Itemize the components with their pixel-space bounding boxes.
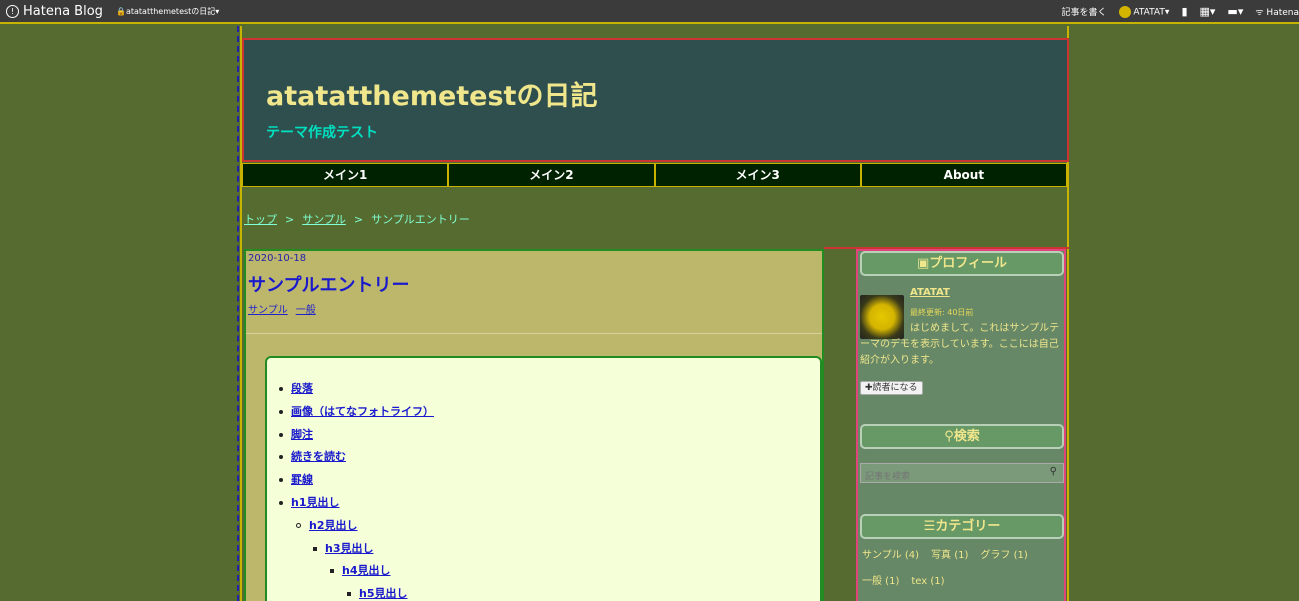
toc-item: 続きを読む bbox=[279, 446, 434, 469]
global-nav: メイン1 メイン2 メイン3 About bbox=[242, 163, 1067, 187]
toc-item: h1見出し bbox=[279, 492, 434, 515]
plus-icon: ✚ bbox=[865, 383, 873, 393]
category-link[interactable]: グラフ (1) bbox=[980, 550, 1027, 561]
write-article-link[interactable]: 記事を書く bbox=[1062, 5, 1107, 18]
entry-divider bbox=[246, 333, 822, 334]
search-box: ⚲ bbox=[860, 463, 1064, 486]
nav-item-main3[interactable]: メイン3 bbox=[655, 164, 862, 186]
breadcrumb-top[interactable]: トップ bbox=[244, 213, 277, 226]
toc-item: 段落 bbox=[279, 378, 434, 401]
lock-icon: 🔒 bbox=[116, 7, 126, 16]
bullet-icon bbox=[279, 432, 283, 437]
search-title-label: 検索 bbox=[953, 429, 980, 444]
bullet-icon bbox=[313, 546, 317, 551]
entry-title[interactable]: サンプルエントリー bbox=[248, 271, 409, 297]
profile-description: はじめまして。これはサンプルテーマのデモを表示しています。ここには自己紹介が入り… bbox=[860, 323, 1060, 366]
toc-link[interactable]: h4見出し bbox=[342, 564, 391, 577]
toc-item: h5見出し bbox=[279, 583, 434, 601]
toc-item: 罫線 bbox=[279, 469, 434, 492]
profile-updated: 最終更新: 40日前 bbox=[910, 308, 974, 317]
bullet-icon bbox=[279, 500, 283, 505]
category-title-label: カテゴリー bbox=[935, 519, 1001, 534]
breadcrumb: トップ > サンプル > サンプルエントリー bbox=[244, 211, 470, 227]
category-link[interactable]: サンプル (4) bbox=[862, 550, 919, 561]
topbar-actions: 記事を書く ATATAT▾ ▮ ▦▾ ▬▾ ᯤ Hatena bbox=[1062, 5, 1299, 18]
category-link[interactable]: tex (1) bbox=[911, 576, 944, 587]
entry-category-link[interactable]: 一般 bbox=[296, 305, 316, 316]
logo-text: Hatena Blog bbox=[23, 4, 103, 19]
toc-link[interactable]: 画像（はてなフォトライフ） bbox=[291, 405, 434, 418]
search-module-title: ⚲検索 bbox=[860, 424, 1064, 449]
hatena-topbar: ! Hatena Blog 🔒atatatthemetestの日記▾ 記事を書く… bbox=[0, 0, 1299, 24]
comment-icon[interactable]: ▬▾ bbox=[1227, 5, 1243, 18]
blog-selector[interactable]: 🔒atatatthemetestの日記▾ bbox=[116, 6, 219, 17]
category-list: サンプル (4) 写真 (1) グラフ (1) 一般 (1) tex (1) bbox=[862, 543, 1066, 595]
toc-link[interactable]: h3見出し bbox=[325, 542, 374, 555]
hatena-logo-icon: ! bbox=[6, 5, 19, 18]
chevron-down-icon: ▾ bbox=[215, 7, 220, 16]
user-avatar-icon bbox=[1118, 5, 1131, 18]
bullet-icon bbox=[330, 569, 334, 574]
profile-icon: ▣ bbox=[916, 256, 930, 271]
toc-link[interactable]: 罫線 bbox=[291, 473, 313, 486]
hatena-blog-logo[interactable]: ! Hatena Blog bbox=[6, 4, 103, 19]
bullet-icon bbox=[279, 409, 283, 414]
breadcrumb-current: サンプルエントリー bbox=[371, 213, 470, 226]
bullet-icon bbox=[279, 455, 283, 460]
entry-date[interactable]: 2020-10-18 bbox=[248, 253, 306, 264]
sidebar: ▣プロフィール ATATAT 最終更新: 40日前 はじめまして。これはサンプル… bbox=[856, 249, 1066, 601]
toc-link[interactable]: h2見出し bbox=[309, 519, 358, 532]
toc-item: h2見出し bbox=[279, 515, 434, 538]
entry-article: 2020-10-18 サンプルエントリー サンプル 一般 段落 画像（はてなフォト… bbox=[244, 249, 824, 601]
profile-title-label: プロフィール bbox=[929, 256, 1008, 271]
bullet-icon bbox=[279, 478, 283, 483]
search-input[interactable] bbox=[861, 468, 1041, 486]
bullet-icon bbox=[347, 592, 351, 597]
hatena-link[interactable]: ᯤ Hatena bbox=[1255, 5, 1299, 18]
toc-item: h4見出し bbox=[279, 560, 434, 583]
toc-link[interactable]: 続きを読む bbox=[291, 450, 346, 463]
bullet-icon bbox=[279, 387, 283, 391]
toc-link[interactable]: h5見出し bbox=[359, 587, 408, 600]
toc-item: 画像（はてなフォトライフ） bbox=[279, 401, 434, 424]
breadcrumb-separator: > bbox=[285, 213, 295, 226]
search-submit-icon[interactable]: ⚲ bbox=[1050, 466, 1057, 477]
list-icon: ☰ bbox=[923, 519, 936, 534]
entry-categories: サンプル 一般 bbox=[248, 301, 324, 316]
category-link[interactable]: 一般 (1) bbox=[862, 576, 899, 587]
blog-title[interactable]: atatatthemetestの日記 bbox=[266, 74, 597, 113]
profile-name[interactable]: ATATAT bbox=[910, 287, 950, 298]
blog-selector-label: atatatthemetestの日記 bbox=[125, 7, 216, 16]
blog-description: テーマ作成テスト bbox=[266, 125, 378, 141]
toc-link[interactable]: 脚注 bbox=[291, 428, 313, 441]
breadcrumb-separator: > bbox=[353, 213, 364, 226]
user-name: ATATAT bbox=[1133, 7, 1165, 17]
category-module-title: ☰カテゴリー bbox=[860, 514, 1064, 539]
toc-item: 脚注 bbox=[279, 424, 434, 447]
follow-button-label: 読者になる bbox=[872, 383, 918, 393]
nav-item-about[interactable]: About bbox=[861, 164, 1066, 186]
toc-link[interactable]: h1見出し bbox=[291, 496, 340, 509]
breadcrumb-category[interactable]: サンプル bbox=[302, 213, 346, 226]
toc-item: h3見出し bbox=[279, 538, 434, 561]
follow-button[interactable]: ✚読者になる bbox=[860, 381, 923, 395]
search-icon: ⚲ bbox=[944, 429, 954, 444]
toc-link[interactable]: 段落 bbox=[291, 382, 313, 395]
nav-item-main2[interactable]: メイン2 bbox=[449, 164, 656, 186]
table-of-contents: 段落 画像（はてなフォトライフ） 脚注 続きを読む 罫線 h1見出し h2見出し… bbox=[265, 356, 822, 601]
profile-module-title: ▣プロフィール bbox=[860, 251, 1064, 276]
user-menu[interactable]: ATATAT▾ bbox=[1118, 5, 1169, 18]
entry-category-link[interactable]: サンプル bbox=[248, 305, 288, 316]
hatena-link-label: Hatena bbox=[1266, 8, 1299, 18]
nav-item-main1[interactable]: メイン1 bbox=[243, 164, 450, 186]
blog-header: atatatthemetestの日記 テーマ作成テスト bbox=[242, 38, 1069, 162]
dashed-guide-line bbox=[237, 26, 239, 601]
grid-menu-icon[interactable]: ▦▾ bbox=[1200, 5, 1216, 18]
category-link[interactable]: 写真 (1) bbox=[931, 550, 968, 561]
bookmark-icon[interactable]: ▮ bbox=[1181, 5, 1187, 18]
bullet-icon bbox=[296, 523, 301, 529]
